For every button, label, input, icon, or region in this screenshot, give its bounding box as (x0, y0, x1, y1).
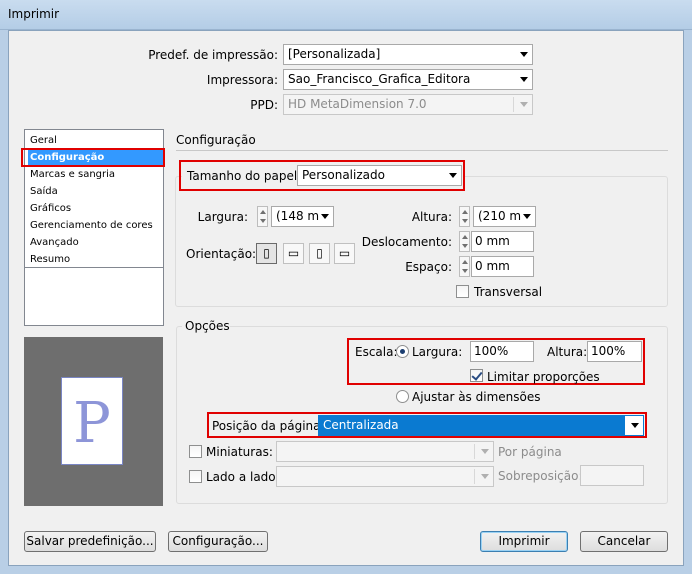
sidebar-item-geral[interactable]: Geral (28, 133, 164, 149)
preset-value: [Personalizada] (288, 47, 381, 61)
chevron-down-icon (481, 474, 489, 479)
scale-width-label: Largura: (412, 345, 463, 359)
width-stepper[interactable] (257, 206, 268, 227)
chevron-down-icon (520, 52, 528, 57)
constrain-proportions-label: Limitar proporções (487, 370, 600, 384)
sidebar-item-saida[interactable]: Saída (28, 184, 164, 200)
scale-radio[interactable] (396, 345, 409, 358)
preview-letter: P (73, 391, 111, 456)
width-label: Largura: (197, 210, 248, 224)
transverse-checkbox[interactable] (456, 285, 469, 298)
scale-height-label: Altura: (547, 345, 588, 359)
section-title-configuracao: Configuração (176, 133, 256, 147)
sidebar-item-graficos[interactable]: Gráficos (28, 201, 164, 217)
sidebar-item-cores[interactable]: Gerenciamento de cores (28, 218, 164, 234)
printer-value: Sao_Francisco_Grafica_Editora (288, 72, 471, 86)
gap-input[interactable]: 0 mm (471, 256, 534, 277)
orientation-label: Orientação: (186, 247, 257, 261)
width-value: (148 m (276, 209, 320, 223)
chevron-down-icon (520, 77, 528, 82)
portrait-icon[interactable]: ▯ (256, 243, 277, 264)
transverse-label: Transversal (474, 285, 543, 299)
preset-label: Predef. de impressão: (148, 48, 278, 62)
landscape-icon[interactable]: ▭ (283, 243, 304, 264)
scale-width-input[interactable]: 100% (470, 341, 534, 362)
window-title: Imprimir (8, 7, 60, 21)
sidebar-item-resumo[interactable]: Resumo (28, 252, 164, 268)
ppd-value: HD MetaDimension 7.0 (288, 97, 427, 111)
save-preset-button[interactable]: Salvar predefinição... (24, 531, 156, 552)
setup-button[interactable]: Configuração... (168, 531, 268, 552)
cancel-button[interactable]: Cancelar (580, 531, 668, 552)
offset-label: Deslocamento: (361, 235, 452, 249)
print-button[interactable]: Imprimir (480, 531, 568, 552)
highlight-configuracao (21, 148, 165, 167)
chevron-down-icon (631, 423, 639, 428)
chevron-down-icon (321, 214, 329, 219)
section-title-opcoes-text: Opções (185, 319, 230, 333)
tile-label: Lado a lado: (206, 470, 280, 484)
sidebar-item-avancado[interactable]: Avançado (28, 235, 164, 251)
height-dropdown[interactable]: (210 m (473, 206, 536, 227)
sidebar-item-marcas[interactable]: Marcas e sangria (28, 167, 164, 183)
title-bar: Imprimir (0, 0, 692, 30)
height-value: (210 m (478, 209, 522, 223)
page-position-dropdown[interactable]: Centralizada (318, 415, 644, 436)
scale-label: Escala: (355, 345, 398, 359)
gap-stepper[interactable] (459, 256, 470, 277)
window-frame-bottom (0, 566, 692, 574)
window-frame-right (684, 30, 692, 574)
chevron-down-icon (520, 102, 528, 107)
thumbnails-checkbox[interactable] (189, 445, 202, 458)
constrain-proportions-checkbox[interactable] (470, 369, 483, 382)
tile-dropdown (276, 466, 494, 487)
chevron-down-icon (523, 214, 531, 219)
overlap-input (580, 465, 644, 486)
preset-dropdown[interactable]: [Personalizada] (283, 44, 533, 65)
overlap-label: Sobreposição: (498, 469, 583, 483)
scale-height-input[interactable]: 100% (587, 341, 642, 362)
offset-input[interactable]: 0 mm (471, 231, 534, 252)
paper-size-value: Personalizado (302, 168, 385, 182)
printer-label: Impressora: (206, 73, 278, 87)
ppd-label: PPD: (250, 98, 278, 112)
page-preview: P (24, 337, 163, 506)
offset-stepper[interactable] (459, 231, 470, 252)
fit-label: Ajustar às dimensões (412, 390, 541, 404)
window-frame-left (0, 30, 8, 574)
width-dropdown[interactable]: (148 m (271, 206, 334, 227)
height-stepper[interactable] (459, 206, 470, 227)
per-page-label: Por página (498, 445, 562, 459)
chevron-down-icon (481, 449, 489, 454)
chevron-down-icon (449, 173, 457, 178)
tile-checkbox[interactable] (189, 470, 202, 483)
preview-page: P (61, 377, 123, 465)
paper-size-dropdown[interactable]: Personalizado (297, 165, 462, 186)
reverse-landscape-icon[interactable]: ▭ (334, 243, 355, 264)
thumbnails-dropdown (276, 441, 494, 462)
reverse-portrait-icon[interactable]: ▯ (309, 243, 330, 264)
ppd-dropdown: HD MetaDimension 7.0 (283, 94, 533, 115)
printer-dropdown[interactable]: Sao_Francisco_Grafica_Editora (283, 69, 533, 90)
fit-radio[interactable] (396, 390, 409, 403)
paper-size-label: Tamanho do papel: (187, 169, 302, 183)
page-position-value: Centralizada (323, 418, 399, 432)
height-label: Altura: (411, 210, 452, 224)
thumbnails-label: Miniaturas: (206, 445, 273, 459)
gap-label: Espaço: (405, 260, 452, 274)
page-position-label: Posição da página: (212, 419, 325, 433)
